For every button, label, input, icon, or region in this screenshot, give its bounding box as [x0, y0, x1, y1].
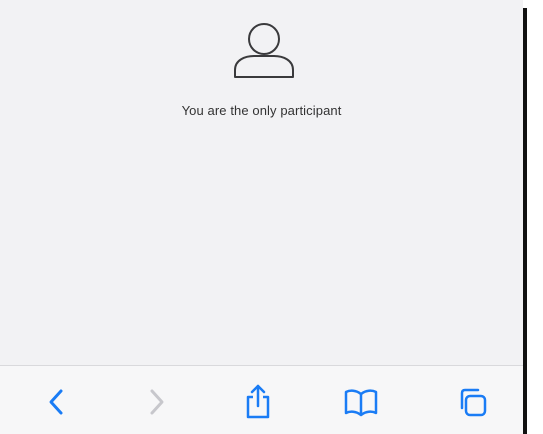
- share-button[interactable]: [238, 384, 278, 420]
- back-button[interactable]: [36, 384, 76, 420]
- page-margin: [527, 0, 543, 434]
- share-icon: [246, 384, 270, 419]
- person-outline-icon: [234, 23, 294, 78]
- tabs-button[interactable]: [452, 384, 492, 420]
- tabs-icon: [460, 388, 487, 417]
- chevron-right-icon: [150, 389, 164, 415]
- bookmarks-button[interactable]: [341, 384, 381, 420]
- browser-toolbar: [0, 365, 523, 434]
- book-icon: [344, 389, 378, 417]
- top-strip: [0, 0, 523, 8]
- forward-button[interactable]: [137, 384, 177, 420]
- chevron-left-icon: [49, 389, 63, 415]
- participant-status-text: You are the only participant: [181, 103, 342, 118]
- browser-screen: You are the only participant: [0, 0, 523, 434]
